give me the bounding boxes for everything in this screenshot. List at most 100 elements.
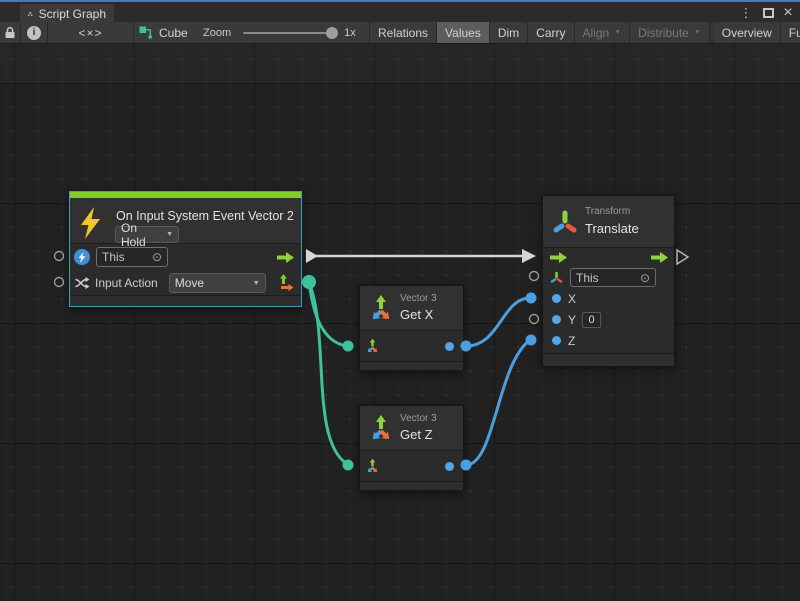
hierarchy-icon — [28, 7, 33, 21]
zoom-slider[interactable] — [243, 27, 336, 39]
event-action-port[interactable] — [55, 278, 64, 287]
flow-wire-start-arrow[interactable] — [306, 249, 318, 263]
transform-translate-node[interactable]: Transform Translate This ⊙ — [542, 195, 675, 367]
vector2-output-port-icon[interactable] — [278, 274, 295, 292]
values-button[interactable]: Values — [437, 22, 490, 43]
vector2-output-port[interactable] — [302, 275, 316, 289]
zoom-slider-track — [243, 32, 336, 34]
node-title: Get X — [400, 307, 433, 322]
get-z-node[interactable]: Vector 3 Get Z — [359, 405, 464, 491]
graph-toolbar: i <×> Cube Zoom 1x Relations Values Dim … — [0, 22, 800, 44]
x-input-port[interactable] — [526, 293, 537, 304]
chevron-down-icon: ▼ — [614, 29, 621, 36]
tab-title: Script Graph — [39, 7, 106, 21]
window-close-button[interactable]: × — [780, 4, 796, 22]
code-toggle-button[interactable]: <×> — [48, 22, 134, 43]
wire-getx-to-x[interactable] — [466, 298, 530, 346]
transform-flow-output-port[interactable] — [677, 250, 688, 264]
z-port-label: Z — [568, 334, 575, 348]
lock-button[interactable] — [0, 22, 21, 43]
graph-icon — [139, 26, 153, 40]
node-title: Get Z — [400, 427, 433, 442]
get-x-node[interactable]: Vector 3 Get X — [359, 285, 464, 371]
flow-output-arrow[interactable] — [276, 251, 295, 264]
x-port-label: X — [568, 292, 576, 306]
event-target-value: This — [102, 250, 125, 264]
lightning-icon — [79, 207, 102, 240]
info-icon: i — [27, 26, 41, 40]
carry-button[interactable]: Carry — [528, 22, 574, 43]
lock-icon — [4, 26, 16, 39]
window-maximize-button[interactable] — [760, 4, 776, 22]
transform-target-port[interactable] — [530, 272, 539, 281]
z-input-port[interactable] — [526, 335, 537, 346]
zoom-value: 1x — [344, 27, 356, 39]
wire-getz-to-z[interactable] — [466, 340, 530, 465]
input-action-label: Input Action — [95, 276, 158, 290]
overview-button[interactable]: Overview — [710, 22, 781, 43]
canvas-shading — [0, 44, 800, 83]
zoom-slider-knob[interactable] — [326, 27, 338, 39]
z-port-dot[interactable] — [552, 336, 561, 345]
event-node-footer — [70, 295, 301, 306]
graph-canvas[interactable]: On Input System Event Vector 2 On Hold ▼… — [0, 44, 800, 601]
node-category: Vector 3 — [400, 413, 437, 424]
y-input-port[interactable] — [530, 315, 539, 324]
chevron-down-icon: ▼ — [253, 280, 260, 287]
zoom-label: Zoom — [203, 27, 231, 39]
event-node[interactable]: On Input System Event Vector 2 On Hold ▼… — [69, 191, 302, 307]
transform-mini-icon — [550, 271, 563, 284]
transform-target-field[interactable]: This ⊙ — [570, 268, 656, 287]
y-value-input[interactable]: 0 — [582, 312, 601, 328]
input-action-icon — [74, 275, 90, 291]
chevron-down-icon: ▼ — [166, 231, 173, 238]
player-input-icon — [74, 249, 90, 265]
breadcrumb[interactable]: Cube — [139, 22, 188, 43]
vector3-input-port-icon[interactable] — [364, 458, 381, 475]
transform-node-footer — [543, 353, 674, 366]
y-port-dot[interactable] — [552, 315, 561, 324]
node-title: Translate — [585, 221, 639, 236]
event-mode-dropdown[interactable]: On Hold ▼ — [115, 226, 179, 243]
y-port-label: Y — [568, 313, 576, 327]
distribute-button[interactable]: Distribute ▼ — [630, 22, 710, 43]
node-category: Vector 3 — [400, 293, 437, 304]
info-button[interactable]: i — [21, 22, 48, 43]
tab-script-graph[interactable]: Script Graph — [20, 4, 114, 24]
window-tab-bar: Script Graph ⋮ × — [0, 0, 800, 22]
input-action-dropdown[interactable]: Move ▼ — [169, 273, 266, 293]
align-button[interactable]: Align ▼ — [575, 22, 631, 43]
vector3-icon — [366, 414, 396, 444]
flow-wire-end-arrow — [522, 249, 536, 263]
input-action-value: Move — [175, 276, 204, 290]
wire-vector2-to-getz[interactable] — [309, 282, 347, 464]
node-category: Transform — [585, 206, 630, 217]
flow-input-arrow[interactable] — [549, 251, 568, 264]
maximize-icon — [763, 8, 774, 18]
chevron-down-icon: ▼ — [694, 29, 701, 36]
wire-vector2-to-getx[interactable] — [309, 282, 347, 346]
relations-button[interactable]: Relations — [370, 22, 437, 43]
vector3-icon — [366, 294, 396, 324]
transform-icon — [552, 209, 578, 235]
window-menu-button[interactable]: ⋮ — [738, 4, 754, 22]
distribute-label: Distribute — [638, 26, 689, 40]
get-x-node-footer — [360, 361, 463, 370]
transform-target-value: This — [576, 271, 599, 285]
event-target-field[interactable]: This ⊙ — [96, 247, 168, 267]
object-picker-icon[interactable]: ⊙ — [640, 272, 650, 284]
x-port-dot[interactable] — [552, 294, 561, 303]
breadcrumb-label: Cube — [159, 26, 188, 40]
getz-input-port[interactable] — [343, 460, 354, 471]
get-z-node-footer — [360, 481, 463, 490]
object-picker-icon[interactable]: ⊙ — [152, 251, 162, 263]
fullscreen-button[interactable]: Full Screen — [781, 22, 800, 43]
dim-button[interactable]: Dim — [490, 22, 528, 43]
output-port-dot[interactable] — [445, 342, 454, 351]
flow-output-arrow[interactable] — [650, 251, 669, 264]
align-label: Align — [583, 26, 610, 40]
event-target-port[interactable] — [55, 252, 64, 261]
getx-input-port[interactable] — [343, 341, 354, 352]
output-port-dot[interactable] — [445, 462, 454, 471]
vector3-input-port-icon[interactable] — [364, 338, 381, 355]
